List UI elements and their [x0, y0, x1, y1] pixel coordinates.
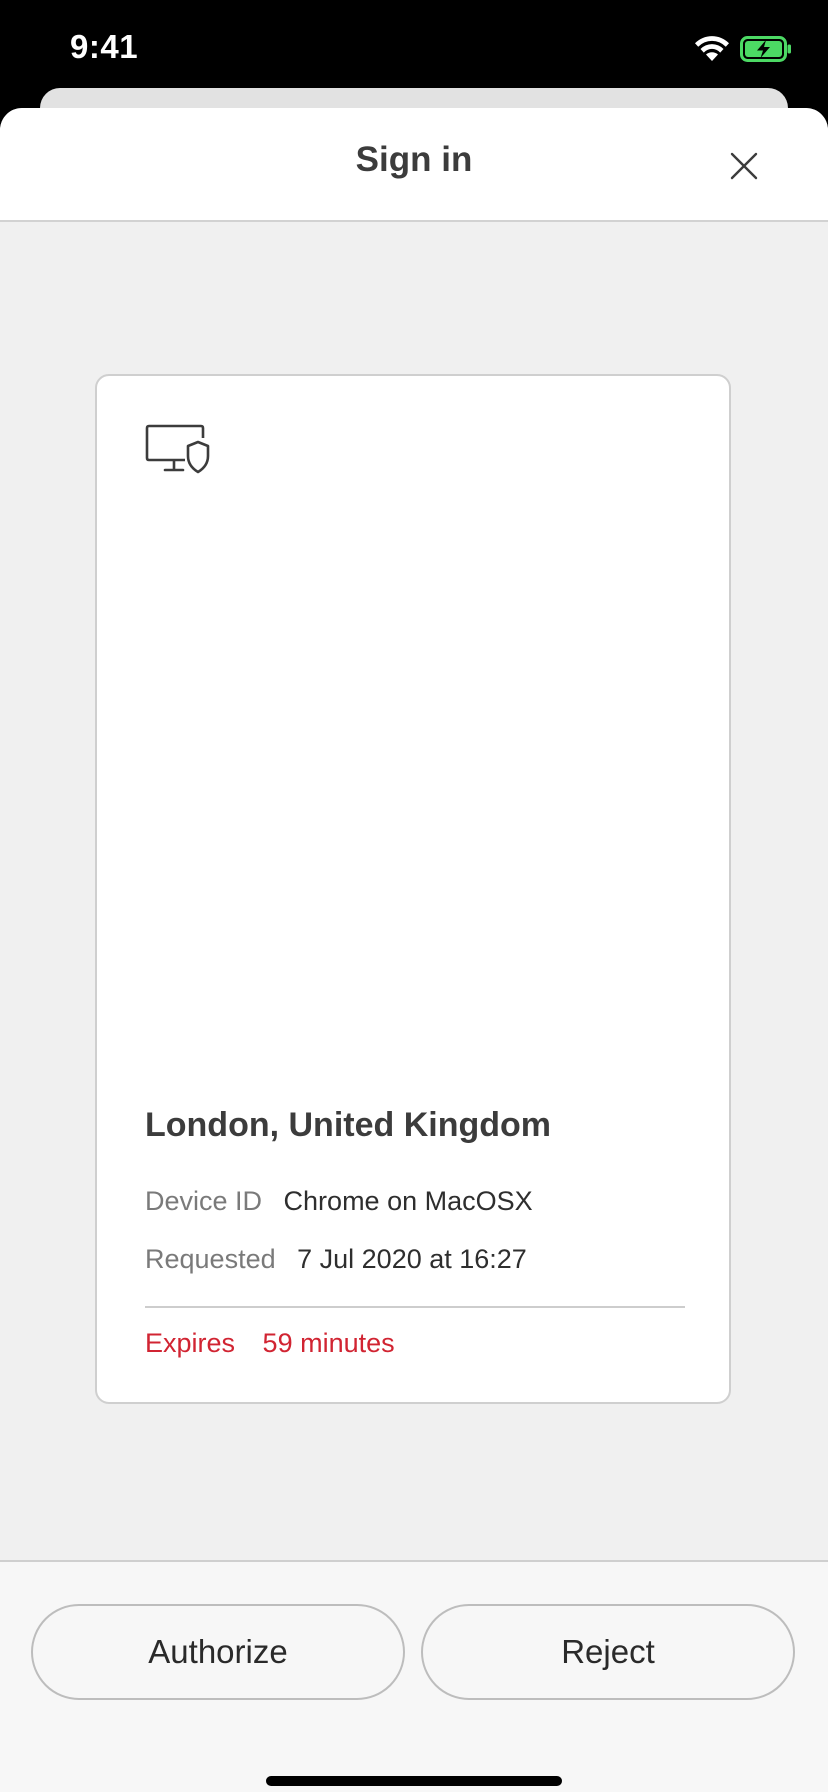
expires-row: Expires 59 minutes	[145, 1328, 395, 1359]
wifi-icon	[692, 34, 732, 64]
page-title: Sign in	[355, 140, 473, 179]
expires-value: 59 minutes	[262, 1328, 395, 1358]
authorize-button[interactable]: Authorize	[31, 1604, 405, 1700]
requested-value: 7 Jul 2020 at 16:27	[297, 1244, 527, 1274]
sheet-header: Sign in	[0, 108, 828, 222]
expires-label: Expires	[145, 1328, 236, 1358]
action-footer: Authorize Reject	[0, 1560, 828, 1792]
request-location: London, United Kingdom	[145, 1106, 552, 1144]
device-id-value: Chrome on MacOSX	[283, 1186, 533, 1216]
monitor-shield-icon	[145, 424, 211, 476]
status-time: 9:41	[70, 28, 139, 65]
device-id-row: Device ID Chrome on MacOSX	[145, 1186, 533, 1217]
status-bar: 9:41	[0, 0, 828, 100]
sign-in-sheet: Sign in London, United Kingdom Device ID…	[0, 108, 828, 1792]
close-icon	[730, 152, 758, 185]
sign-in-request-card: London, United Kingdom Device ID Chrome …	[95, 374, 731, 1404]
requested-row: Requested 7 Jul 2020 at 16:27	[145, 1244, 527, 1275]
requested-label: Requested	[145, 1244, 276, 1274]
close-button[interactable]	[720, 144, 768, 192]
card-divider	[145, 1306, 685, 1308]
device-id-label: Device ID	[145, 1186, 263, 1216]
reject-button[interactable]: Reject	[421, 1604, 795, 1700]
home-indicator	[266, 1776, 562, 1786]
battery-charging-icon	[740, 36, 792, 62]
